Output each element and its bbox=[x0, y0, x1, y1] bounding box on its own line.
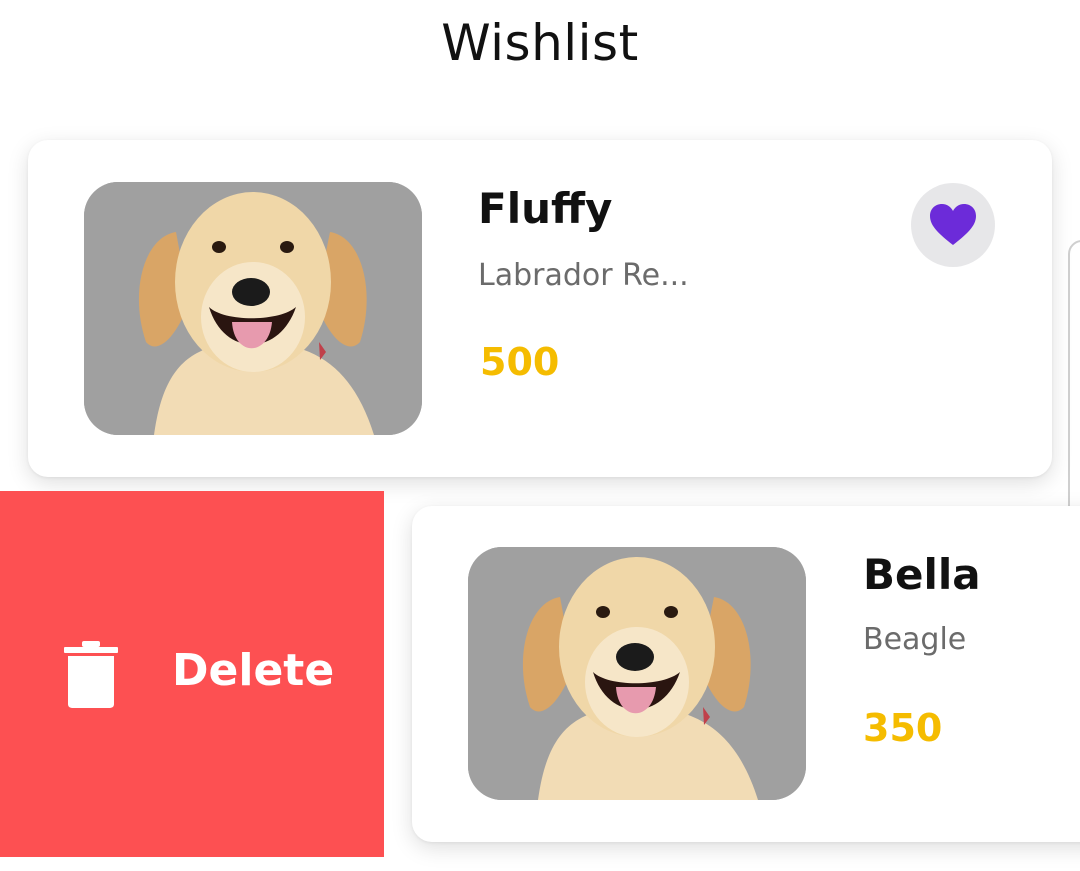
pet-name: Bella bbox=[863, 550, 981, 599]
pet-photo bbox=[84, 182, 422, 435]
pet-breed: Labrador Re... bbox=[478, 258, 689, 293]
pet-price: 350 bbox=[863, 706, 943, 750]
wishlist-screen: Wishlist Fluffy Labrador Re... 500 Delet… bbox=[0, 0, 1080, 871]
delete-label: Delete bbox=[172, 645, 335, 696]
pet-photo bbox=[468, 547, 806, 800]
page-title: Wishlist bbox=[441, 14, 639, 72]
dog-photo bbox=[468, 547, 806, 800]
wishlist-item-card[interactable]: Bella Beagle 350 bbox=[412, 506, 1080, 842]
pet-name: Fluffy bbox=[478, 184, 613, 233]
wishlist-item-card[interactable]: Fluffy Labrador Re... 500 bbox=[28, 140, 1052, 477]
pet-breed: Beagle bbox=[863, 622, 967, 657]
heart-icon bbox=[930, 204, 976, 245]
dog-photo bbox=[84, 182, 422, 435]
delete-action[interactable]: Delete bbox=[0, 491, 384, 857]
trash-icon bbox=[64, 641, 118, 708]
pet-price: 500 bbox=[480, 340, 560, 384]
favorite-button[interactable] bbox=[911, 183, 995, 267]
